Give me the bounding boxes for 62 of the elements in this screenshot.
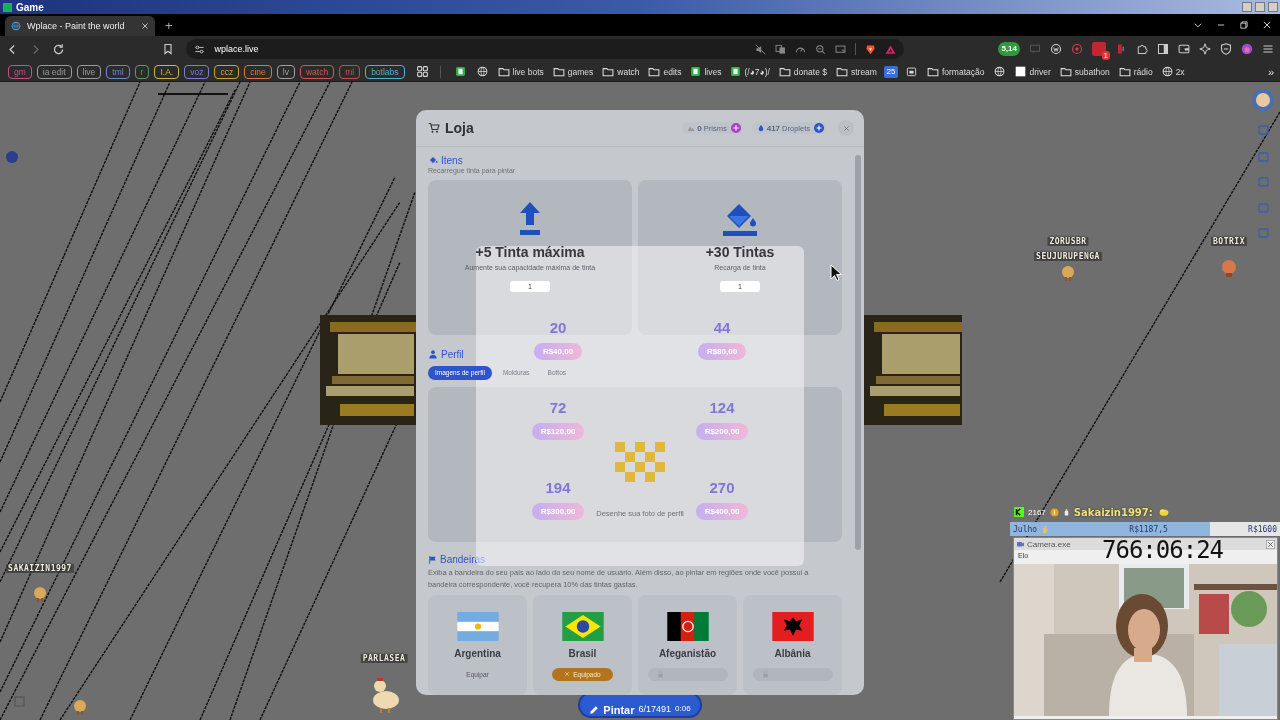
goal-current: R$1187,5 [1129, 524, 1168, 534]
bookmark-link[interactable]: lives [688, 66, 724, 77]
bookmark-tag[interactable]: gm [8, 64, 32, 79]
flag-name: Argentina [454, 648, 501, 659]
flag-name: Afeganistão [658, 648, 717, 659]
section-title: Perfil [441, 348, 464, 360]
item-title: +5 Tinta máxima [475, 244, 585, 262]
player-name: PARLASEA [360, 654, 408, 663]
bookmark-tag[interactable]: botlabs [365, 64, 405, 79]
bookmark-folder[interactable]: subathon [1057, 65, 1112, 78]
player-name: SAKAIZIN1997 [6, 564, 74, 573]
bookmark-folder[interactable]: games [550, 65, 596, 78]
bookmark-link[interactable]: driver [1013, 66, 1053, 77]
bookmark-tag[interactable]: live [76, 64, 102, 79]
address-bar[interactable]: wplace.live [186, 39, 905, 59]
browser-tab[interactable]: Wplace - Paint the world [5, 16, 155, 36]
goal-label: Julho [1013, 524, 1038, 534]
points-count: 2167 [1028, 507, 1046, 517]
bookmark-folder[interactable]: live bots [495, 65, 546, 78]
bookmark-folder[interactable]: stream [833, 65, 879, 78]
bookmark-tag[interactable]: ml [339, 64, 361, 79]
camera-title: Camera.exe [1027, 539, 1071, 549]
chat-username: Sakaizin1997: [1073, 506, 1153, 518]
bookmark-tag[interactable]: lv [276, 64, 295, 79]
new-tab-button[interactable]: + [155, 18, 183, 36]
notification-count: 1 [1101, 51, 1110, 60]
bookmark-tag[interactable]: ccz [214, 64, 240, 79]
bookmark-folder[interactable]: donate $ [776, 65, 829, 78]
extension-badge[interactable]: 5,14 [998, 42, 1020, 56]
player-name: SEUJURUPENGA [1034, 252, 1102, 261]
player-name: BOTRIX [1211, 237, 1247, 246]
flag-name: Albânia [774, 648, 811, 659]
bookmark-tag[interactable]: voz [184, 64, 210, 79]
window-title: Game [16, 1, 44, 13]
more-bookmarks-button[interactable]: » [1265, 65, 1276, 78]
bookmark-tag[interactable]: r [134, 64, 150, 79]
bookmark-link[interactable]: 2x [1159, 66, 1187, 77]
bookmark-tag[interactable]: I.A. [154, 64, 180, 79]
bookmark-folder[interactable]: rádio [1116, 65, 1155, 78]
flag-name: Brasil [568, 648, 597, 659]
bookmark-tag[interactable]: ia edit [36, 64, 72, 79]
bookmark-folder[interactable]: edits [646, 65, 684, 78]
balance-amount: 417 [766, 123, 781, 133]
bookmark-link[interactable]: (/◕7◕)/ [728, 66, 772, 77]
calendar-bookmark[interactable]: 25 [883, 65, 898, 78]
pack-amount: 194 [545, 479, 571, 496]
bookmark-tag[interactable]: watch [299, 64, 335, 79]
bookmark-tag[interactable]: tml [106, 64, 130, 79]
bookmark-tag[interactable]: cine [244, 64, 272, 79]
pack-amount: 270 [709, 479, 735, 496]
dialog-title: Loja [445, 120, 474, 136]
section-title: Itens [441, 154, 463, 166]
goal-target: R$1600 [1248, 524, 1277, 534]
pack-amount: 72 [549, 399, 567, 416]
pack-amount: 20 [549, 319, 567, 336]
pack-amount: 124 [709, 399, 735, 416]
pack-amount: 44 [713, 319, 731, 336]
item-title: +30 Tintas [705, 244, 775, 262]
balance-amount: 0 [697, 123, 702, 133]
bookmark-folder[interactable]: formatação [924, 65, 987, 78]
bookmark-folder[interactable]: watch [600, 65, 642, 78]
section-title: Bandeiras [440, 554, 486, 566]
